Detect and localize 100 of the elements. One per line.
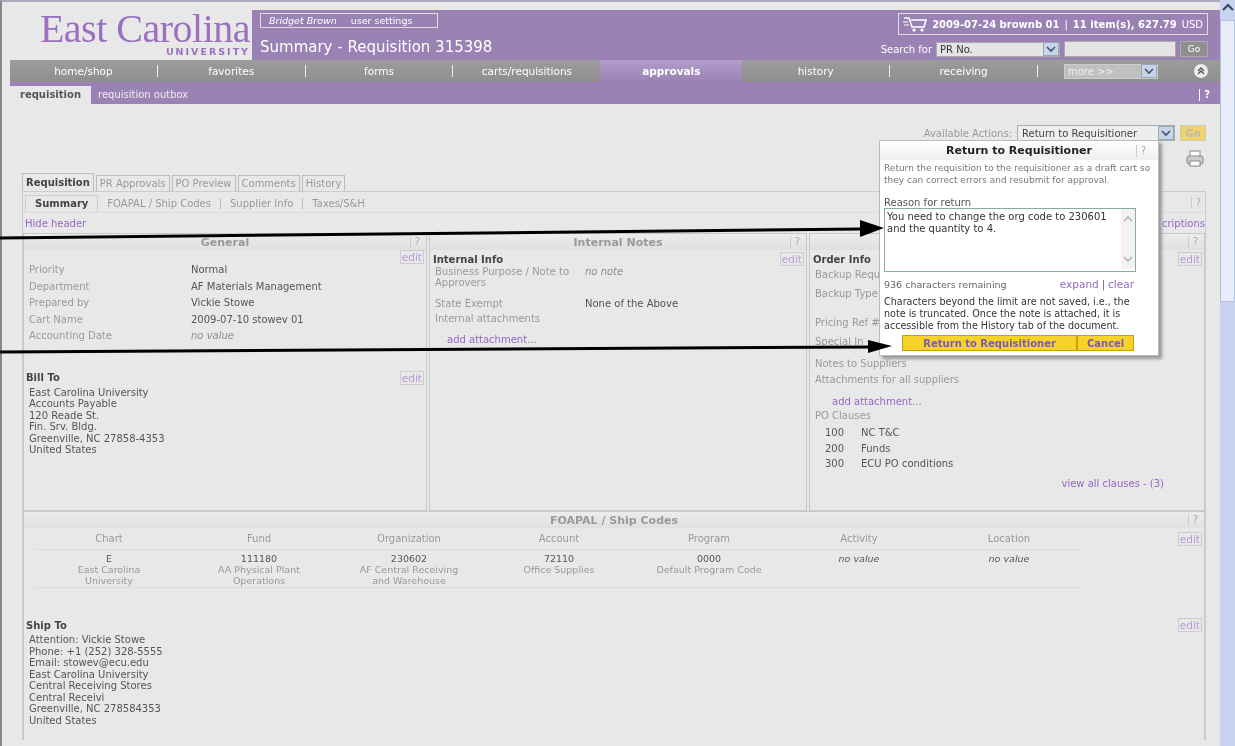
document-tab[interactable]: Requisition [22, 173, 94, 191]
address-line: Accounts Payable [29, 398, 118, 410]
search-go-button[interactable]: Go [1180, 41, 1208, 57]
column-header: Fund [184, 528, 334, 550]
nav-tab[interactable]: favorites [157, 60, 305, 82]
search-label: Search for [880, 43, 932, 55]
return-button[interactable]: Return to Requisitioner [902, 335, 1078, 351]
user-name[interactable]: Bridget Brown [269, 15, 337, 26]
help-link[interactable]: ? [1199, 89, 1210, 101]
column-header: Location [934, 528, 1084, 550]
section-heading: Bill To [26, 372, 60, 383]
address-line: United States [29, 714, 98, 726]
descriptions-link[interactable]: criptions [1161, 217, 1205, 229]
nav-tab[interactable]: receiving [890, 60, 1037, 82]
table-cell-text: Default Program Code [655, 564, 763, 575]
nav-tab[interactable]: home/shop [10, 60, 157, 82]
scroll-thumb[interactable] [1220, 20, 1235, 302]
cancel-button[interactable]: Cancel [1077, 335, 1134, 351]
section-heading: Ship To [26, 619, 67, 631]
nav-tab[interactable]: carts/requisitions [453, 60, 601, 82]
column-header: Program [634, 528, 784, 550]
cart-total: 11 item(s), 627.79 [1072, 18, 1177, 30]
table-cell-text: 230602 [389, 553, 429, 564]
add-attachment-link[interactable]: add attachment... [430, 328, 806, 345]
field-label: Notes to Suppliers [815, 357, 907, 371]
nav-tab[interactable]: approvals [600, 60, 743, 82]
field-label: PO Clauses [815, 408, 871, 423]
section-tab[interactable]: Summary [25, 195, 99, 212]
address-line: 120 Reade St. [29, 409, 101, 421]
dialog-title: Return to Requisitioner [946, 144, 1092, 157]
table-cell-text: Office Supplies [522, 564, 596, 575]
column-header: Chart [34, 528, 184, 550]
field-label: Cart Name [29, 313, 84, 327]
hide-header-link[interactable]: Hide header [25, 217, 87, 229]
field-label: Department [29, 280, 91, 294]
expand-link[interactable]: expand [1059, 278, 1099, 290]
sub-tab[interactable]: requisition [10, 86, 91, 104]
search-field[interactable] [1064, 41, 1176, 57]
dialog-note: Characters beyond the limit are not saved, i.e., the note is truncated. Once the note is attached, it is accessible from the History tab of the document. [884, 296, 1131, 332]
cart-icon [903, 15, 928, 33]
nav-tab[interactable]: history [742, 60, 890, 82]
section-tab[interactable]: Supplier Info [221, 196, 303, 212]
edit-button[interactable]: edit [399, 370, 424, 385]
edit-button[interactable]: edit [779, 252, 804, 266]
dialog-description: Return the requisition to the requisitioner as a draft cart so they can correct errors and resubmit for approval. [884, 162, 1152, 186]
edit-button[interactable]: edit [1177, 532, 1202, 546]
address-line: Phone: +1 (252) 328-5555 [29, 645, 164, 657]
clause-name: NC T&C [861, 426, 900, 440]
column-header: Activity [784, 528, 934, 550]
document-tab[interactable]: Comments [237, 175, 300, 191]
help-link[interactable]: ? [1187, 514, 1202, 526]
edit-button[interactable]: edit [1177, 618, 1202, 632]
edit-button[interactable]: edit [1177, 252, 1202, 266]
address-line: Fin. Srv. Bldg. [29, 421, 98, 433]
help-link[interactable]: ? [409, 236, 424, 248]
view-all-clauses-link[interactable]: view all clauses - (3) [1061, 477, 1164, 489]
address-line: East Carolina University [29, 668, 150, 680]
separator: | [1101, 278, 1106, 290]
add-attachment-link[interactable]: add attachment... [815, 389, 1204, 407]
table-cell-text: E [105, 553, 113, 564]
printer-icon[interactable] [1186, 149, 1204, 167]
field-value: Normal [191, 264, 228, 277]
help-link[interactable]: ? [1187, 236, 1202, 248]
document-tab[interactable]: PR Approvals [95, 175, 170, 191]
cart-summary[interactable]: 2009-07-24 brownb 01 | 11 item(s), 627.79 USD [898, 13, 1208, 35]
address-line: Central Receivi [29, 691, 106, 703]
panel-title: General [200, 235, 250, 249]
address-line: United States [29, 444, 98, 456]
field-value: Vickie Stowe [191, 297, 255, 310]
section-tab[interactable]: Taxes/S&H [303, 196, 374, 212]
field-label: Prepared by [29, 297, 91, 310]
table-cell-text: no value [987, 553, 1031, 564]
user-settings-link[interactable]: user settings [350, 15, 413, 26]
column-header: Account [484, 528, 634, 550]
help-link[interactable]: ? [1135, 145, 1150, 157]
characters-remaining: 936 characters remaining [884, 278, 1007, 290]
sub-tab[interactable]: requisition outbox [91, 86, 196, 104]
collapse-icon [1193, 64, 1208, 78]
field-label: Backup Requ [815, 268, 881, 282]
caret-icon [1140, 64, 1157, 78]
clause-code: 100 [825, 426, 846, 440]
page-title: Summary - Requisition 315398 [260, 38, 493, 56]
section-tab[interactable]: FOAPAL / Ship Codes [98, 196, 220, 212]
field-label: Pricing Ref # [815, 316, 880, 330]
field-label: Business Purpose / Note to Approvers [435, 266, 571, 290]
edit-button[interactable]: edit [399, 250, 424, 264]
scrollbar [1121, 209, 1135, 269]
help-link[interactable]: ? [789, 236, 804, 248]
field-label: Priority [29, 264, 66, 277]
clear-link[interactable]: clear [1108, 278, 1134, 290]
document-tab[interactable]: PO Preview [171, 175, 236, 191]
field-value: 2009-07-10 stowev 01 [191, 313, 304, 327]
separator: | [1064, 18, 1068, 30]
document-tab[interactable]: History [301, 175, 346, 191]
address-line: Greenville, NC 27858-4353 [29, 432, 166, 444]
actions-dropdown[interactable]: Return to Requisitioner [1017, 125, 1175, 141]
help-link[interactable]: ? [1190, 197, 1205, 209]
reason-field[interactable]: You need to change the org code to 230601 and the quantity to 4. [884, 208, 1136, 272]
search-type-dropdown[interactable]: PR No. [936, 41, 1060, 57]
nav-tab[interactable]: forms [305, 60, 453, 82]
